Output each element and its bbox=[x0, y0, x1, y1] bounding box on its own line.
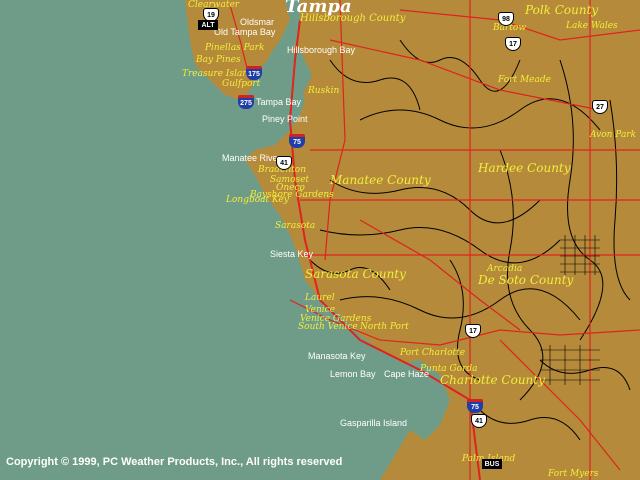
water-tampa-bay: Tampa Bay bbox=[256, 97, 302, 107]
county-charlotte: Charlotte County bbox=[440, 373, 545, 387]
place-bartow[interactable]: Bartow bbox=[493, 24, 526, 33]
business-route-shield: BUS bbox=[482, 459, 502, 469]
place-fort-myers[interactable]: Fort Myers bbox=[548, 470, 599, 479]
interstate-75-shield-south: 75 bbox=[467, 399, 483, 413]
county-desoto: De Soto County bbox=[478, 273, 574, 287]
place-avon-park[interactable]: Avon Park bbox=[590, 131, 636, 140]
county-hardee: Hardee County bbox=[478, 161, 571, 175]
interstate-275-shield: 275 bbox=[238, 95, 254, 109]
county-hillsborough: Hillsborough County bbox=[300, 13, 406, 24]
place-gasparilla-island[interactable]: Gasparilla Island bbox=[340, 419, 407, 428]
place-oldsmar[interactable]: Oldsmar bbox=[240, 18, 274, 27]
county-manatee: Manatee County bbox=[330, 173, 431, 187]
water-cape-haze: Cape Haze bbox=[384, 369, 430, 379]
alt-route-shield: ALT bbox=[198, 20, 218, 30]
place-fort-meade[interactable]: Fort Meade bbox=[498, 76, 551, 85]
place-manasota-key[interactable]: Manasota Key bbox=[308, 352, 366, 361]
place-ruskin[interactable]: Ruskin bbox=[308, 87, 339, 96]
water-old-tampa-bay: Old Tampa Bay bbox=[214, 27, 276, 37]
place-arcadia[interactable]: Arcadia bbox=[487, 265, 522, 274]
map-base bbox=[185, 0, 640, 480]
place-laurel[interactable]: Laurel bbox=[305, 294, 335, 303]
copyright-notice: Copyright © 1999, PC Weather Products, I… bbox=[6, 456, 343, 468]
place-lemon-bay[interactable]: Lemon Bay bbox=[330, 370, 376, 379]
land-charlotte bbox=[420, 320, 640, 480]
place-siesta-key[interactable]: Siesta Key bbox=[270, 250, 313, 259]
place-port-charlotte[interactable]: Port Charlotte bbox=[400, 349, 465, 358]
water-hillsborough-bay: Hillsborough Bay bbox=[287, 45, 356, 55]
place-south-venice[interactable]: South Venice bbox=[298, 323, 358, 332]
water-manatee-river: Manatee River bbox=[222, 153, 281, 163]
place-north-port[interactable]: North Port bbox=[360, 323, 409, 332]
weather-map: Tampa Hillsborough County Polk County Ma… bbox=[0, 0, 640, 480]
place-piney-point[interactable]: Piney Point bbox=[262, 115, 308, 124]
county-polk: Polk County bbox=[525, 3, 599, 17]
place-longboat-key[interactable]: Longboat Key bbox=[226, 196, 289, 205]
place-sarasota[interactable]: Sarasota bbox=[275, 222, 315, 231]
place-lake-wales[interactable]: Lake Wales bbox=[566, 22, 618, 31]
place-pinellas-park[interactable]: Pinellas Park bbox=[205, 44, 264, 53]
interstate-75-shield-north: 75 bbox=[289, 134, 305, 148]
county-sarasota: Sarasota County bbox=[305, 267, 406, 281]
place-gulfport[interactable]: Gulfport bbox=[222, 80, 260, 89]
place-treasure-island[interactable]: Treasure Island bbox=[182, 70, 254, 79]
place-bay-pines[interactable]: Bay Pines bbox=[196, 56, 241, 65]
interstate-175-shield: 175 bbox=[246, 66, 262, 80]
